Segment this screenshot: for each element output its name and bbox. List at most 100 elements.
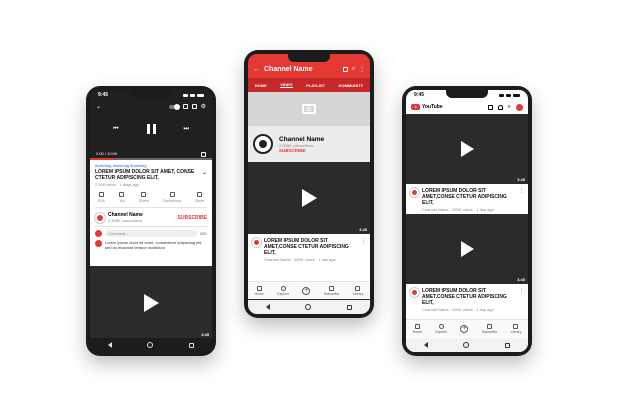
download-icon bbox=[169, 192, 175, 197]
commenter-avatar bbox=[95, 240, 102, 247]
recents-icon[interactable] bbox=[347, 304, 353, 310]
video-player[interactable]: 9:45 ⌄ ⚙ ⏮ ⏭ 2:00 / 10:00 bbox=[90, 90, 212, 160]
previous-icon[interactable]: ⏮ bbox=[113, 126, 118, 133]
back-arrow-icon[interactable]: ← bbox=[253, 66, 260, 73]
video-meta: Channel Name · 320K views · 1 day ago bbox=[422, 207, 494, 212]
next-video-thumbnail[interactable]: 3.45 bbox=[90, 266, 212, 339]
left-screen: 9:45 ⌄ ⚙ ⏮ ⏭ 2:00 / 10:00 #hashtag #hash… bbox=[90, 90, 212, 352]
fullscreen-icon[interactable] bbox=[201, 152, 206, 157]
play-icon bbox=[301, 189, 317, 207]
comment-row: Comment... 22K bbox=[95, 230, 207, 237]
left-phone: 9:45 ⌄ ⚙ ⏮ ⏭ 2:00 / 10:00 #hashtag #hash… bbox=[86, 86, 216, 356]
divider bbox=[95, 207, 207, 208]
more-icon[interactable]: ⋮ bbox=[361, 238, 366, 277]
like-action[interactable]: 52K bbox=[98, 192, 105, 203]
home-icon[interactable] bbox=[147, 342, 154, 348]
video-title: LOREM IPSUM DOLOR SIT AMET,CONSE CTETUR … bbox=[422, 288, 507, 306]
search-icon[interactable]: ⌕ bbox=[508, 104, 511, 111]
home-icon[interactable] bbox=[463, 342, 470, 348]
video-thumbnail-2[interactable]: 3.45 bbox=[406, 214, 528, 284]
channel-avatar-small bbox=[410, 288, 419, 297]
video-thumbnail-1[interactable]: 3.45 bbox=[406, 114, 528, 184]
cast-icon[interactable] bbox=[342, 66, 348, 72]
video-card[interactable]: LOREM IPSUM DOLOR SIT AMET,CONSE CTETUR … bbox=[248, 234, 370, 281]
pause-button[interactable] bbox=[146, 124, 156, 134]
subscribe-button[interactable]: SUBSCRIBE bbox=[178, 215, 207, 221]
share-action[interactable]: Share bbox=[139, 192, 149, 203]
channel-tabs: HOME VIDEO PLAYLIST KOMMUNITY bbox=[248, 78, 370, 92]
video-info: #hashtag #hashtag #hashtag LOREM IPSUM D… bbox=[90, 160, 212, 266]
nav-home[interactable]: Home bbox=[255, 285, 264, 296]
top-comment[interactable]: Lorem ipsum dolor sit amet, consectetur … bbox=[95, 240, 207, 250]
back-icon[interactable] bbox=[423, 342, 428, 348]
bottom-nav: Home Explore + Subscribe Library bbox=[248, 281, 370, 299]
share-icon bbox=[141, 192, 147, 197]
tab-playlist[interactable]: PLAYLIST bbox=[306, 83, 325, 88]
center-notch bbox=[288, 54, 330, 62]
chevron-down-icon[interactable]: ⌄ bbox=[96, 103, 101, 110]
nav-library[interactable]: Library bbox=[511, 323, 521, 334]
app-header: YouTube ⌕ bbox=[406, 100, 528, 114]
comment-input[interactable]: Comment... bbox=[105, 230, 197, 237]
back-icon[interactable] bbox=[265, 304, 270, 310]
download-action[interactable]: Download bbox=[163, 192, 181, 203]
more-icon[interactable]: ⋮ bbox=[519, 188, 524, 210]
dislike-action[interactable]: 1M bbox=[119, 192, 125, 203]
channel-avatar-small bbox=[252, 238, 261, 247]
subscriptions-icon bbox=[487, 323, 493, 329]
avatar-person-icon bbox=[259, 140, 267, 148]
recents-icon[interactable] bbox=[189, 342, 195, 348]
more-icon[interactable]: ⋮ bbox=[519, 288, 524, 310]
youtube-logo[interactable]: YouTube bbox=[411, 104, 483, 110]
nav-explore[interactable]: Explore bbox=[277, 285, 289, 296]
video-duration: 3.45 bbox=[517, 177, 525, 182]
recents-icon[interactable] bbox=[505, 342, 511, 348]
video-title: LOREM IPSUM DOLOR SIT AMET, CONSE CTETUR… bbox=[95, 169, 195, 181]
video-meta: 2,266 views · 1 days ago bbox=[95, 182, 140, 187]
tab-video[interactable]: VIDEO bbox=[280, 82, 293, 88]
tab-kommunity[interactable]: KOMMUNITY bbox=[339, 83, 364, 88]
account-avatar[interactable] bbox=[516, 103, 523, 111]
hashtags[interactable]: #hashtag #hashtag #hashtag bbox=[95, 163, 207, 168]
play-icon bbox=[143, 293, 159, 312]
nav-library[interactable]: Library bbox=[353, 285, 363, 296]
center-phone: ← Channel Name ⌕ ⋮ HOME VIDEO PLAYLIST K… bbox=[244, 50, 374, 318]
nav-create[interactable]: + bbox=[460, 324, 469, 333]
video-title: LOREM IPSUM DOLOR SIT AMET,CONSE CTETUR … bbox=[422, 188, 507, 206]
featured-video[interactable]: 3.45 bbox=[248, 162, 370, 234]
back-icon[interactable] bbox=[107, 342, 112, 348]
nav-explore[interactable]: Explore bbox=[435, 323, 447, 334]
nav-subscriptions[interactable]: Subscribe bbox=[482, 323, 497, 334]
more-icon[interactable]: ⋮ bbox=[359, 66, 365, 73]
compass-icon bbox=[280, 285, 286, 291]
nav-home[interactable]: Home bbox=[413, 323, 422, 334]
channel-avatar-small bbox=[410, 188, 419, 197]
subscriber-count: 2,308K subscribers bbox=[108, 218, 143, 223]
cast-icon[interactable] bbox=[487, 104, 493, 110]
channel-avatar[interactable] bbox=[95, 212, 105, 223]
video-title: LOREM IPSUM DOLOR SIT AMET,CONSE CTETUR … bbox=[264, 238, 349, 256]
video-card-1[interactable]: LOREM IPSUM DOLOR SIT AMET,CONSE CTETUR … bbox=[406, 184, 528, 214]
home-icon[interactable] bbox=[305, 304, 312, 310]
subscribe-button[interactable]: SUBSCRIBE bbox=[279, 148, 324, 153]
play-icon bbox=[460, 141, 474, 157]
autoplay-toggle[interactable] bbox=[168, 103, 180, 110]
home-icon bbox=[256, 285, 262, 291]
nav-subscriptions[interactable]: Subscribe bbox=[324, 285, 339, 296]
save-action[interactable]: Save bbox=[195, 192, 204, 203]
cast-icon[interactable] bbox=[182, 104, 188, 109]
search-icon[interactable]: ⌕ bbox=[352, 66, 355, 73]
channel-avatar[interactable] bbox=[253, 134, 273, 154]
notifications-icon[interactable] bbox=[497, 104, 503, 110]
captions-icon[interactable] bbox=[191, 104, 197, 109]
next-icon[interactable]: ⏭ bbox=[184, 126, 189, 133]
thumbs-up-icon bbox=[99, 192, 105, 197]
expand-icon[interactable]: ⌄ bbox=[202, 169, 207, 181]
nav-create[interactable]: + bbox=[302, 286, 311, 295]
progress-time: 2:00 / 10:00 bbox=[96, 151, 118, 156]
video-card-2[interactable]: LOREM IPSUM DOLOR SIT AMET,CONSE CTETUR … bbox=[406, 284, 528, 314]
plus-icon: + bbox=[302, 286, 311, 295]
settings-icon[interactable]: ⚙ bbox=[201, 103, 206, 110]
video-duration: 3.45 bbox=[201, 332, 209, 337]
tab-home[interactable]: HOME bbox=[255, 83, 267, 88]
